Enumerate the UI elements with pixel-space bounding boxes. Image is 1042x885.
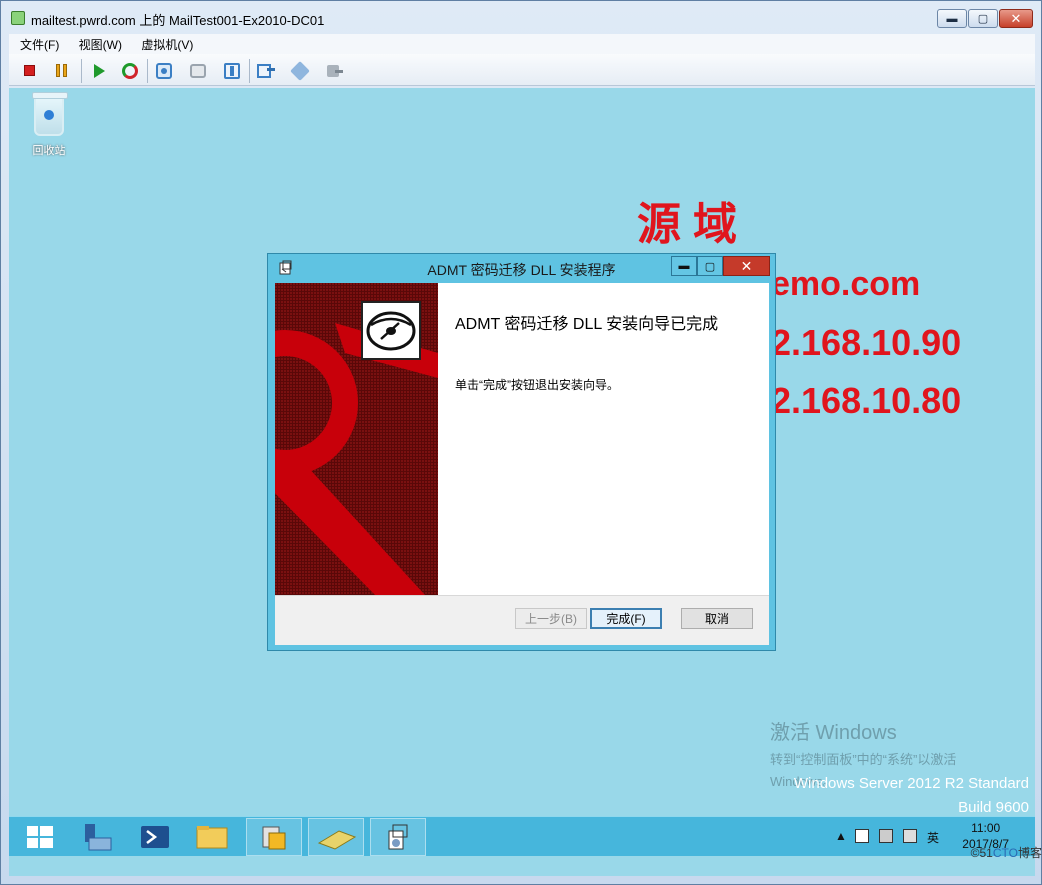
recycle-bin[interactable]: 回收站	[27, 92, 71, 158]
version-edition: Windows Server 2012 R2 Standard	[793, 775, 1029, 792]
start-icon[interactable]	[87, 60, 109, 82]
insert-disk-icon[interactable]	[255, 60, 277, 82]
cd-icon	[361, 301, 421, 360]
show-hidden-icons-icon[interactable]: ▲	[835, 829, 847, 843]
menu-file[interactable]: 文件(F)	[15, 34, 64, 55]
reset-icon[interactable]	[119, 60, 141, 82]
host-window: mailtest.pwrd.com 上的 MailTest001-Ex2010-…	[0, 0, 1042, 885]
maximize-icon: ▢	[977, 13, 989, 25]
overlay-domain: emo.com	[771, 265, 921, 303]
dialog-close-button[interactable]: ✕	[723, 256, 770, 276]
settings-icon[interactable]	[221, 60, 243, 82]
back-button[interactable]: 上一步(B)	[515, 608, 587, 629]
overlay-ip-2: 2.168.10.80	[771, 380, 962, 421]
wizard-heading: ADMT 密码迁移 DLL 安装向导已完成	[455, 316, 719, 333]
network-icon[interactable]	[879, 829, 893, 843]
dialog-minimize-button[interactable]: ▬	[671, 256, 697, 276]
installer-dialog: ADMT 密码迁移 DLL 安装程序 ▬ ▢ ✕ ADMT 密码迁移 DLL 安…	[267, 253, 776, 651]
activate-hint: 转到“控制面板”中的“系统”以激活	[770, 752, 957, 767]
windows-version: Windows Server 2012 R2 Standard Build 96…	[794, 772, 1029, 820]
snapshot-icon[interactable]	[153, 60, 175, 82]
dialog-body: ADMT 密码迁移 DLL 安装向导已完成 单击“完成”按钮退出安装向导。 上一…	[275, 283, 769, 645]
minimize-button[interactable]: ▬	[937, 9, 967, 28]
server-manager-icon[interactable]	[71, 818, 127, 856]
watermark-suffix: 博客	[1017, 846, 1042, 860]
overlay-ip-1: 2.168.10.90	[771, 322, 962, 363]
maximize-icon: ▢	[704, 260, 716, 273]
powershell-icon[interactable]	[127, 818, 183, 856]
title-bar[interactable]: mailtest.pwrd.com 上的 MailTest001-Ex2010-…	[1, 1, 1041, 33]
taskbar: ▲ 英 11:00 2017/8/7	[9, 816, 1035, 856]
close-icon: ✕	[740, 257, 753, 274]
pause-icon[interactable]	[51, 60, 73, 82]
minimize-icon: ▬	[946, 12, 958, 25]
activate-title: 激活 Windows	[770, 722, 897, 744]
minimize-icon: ▬	[678, 260, 690, 272]
menu-vm[interactable]: 虚拟机(V)	[136, 34, 198, 55]
action-center-icon[interactable]	[855, 829, 869, 843]
recycle-bin-icon	[32, 92, 68, 136]
taskbar-app-admt[interactable]	[246, 818, 302, 856]
menu-bar: 文件(F) 视图(W) 虚拟机(V)	[9, 34, 1035, 54]
watermark: ©51CTO博客	[971, 844, 1042, 861]
vm-screen[interactable]: 回收站 源域 emo.com 2.168.10.90 2.168.10.80 激…	[9, 88, 1035, 876]
taskbar-app-installer[interactable]	[370, 818, 426, 856]
recycle-bin-label: 回收站	[32, 145, 66, 157]
taskbar-app-tools[interactable]	[308, 818, 364, 856]
maximize-button[interactable]: ▢	[968, 9, 998, 28]
close-button[interactable]: ✕	[999, 9, 1033, 28]
volume-icon[interactable]	[903, 829, 917, 843]
wizard-message: 单击“完成”按钮退出安装向导。	[455, 378, 619, 392]
wizard-banner	[275, 283, 438, 595]
stop-icon[interactable]	[19, 60, 41, 82]
window-title: mailtest.pwrd.com 上的 MailTest001-Ex2010-…	[31, 13, 325, 28]
finish-button[interactable]: 完成(F)	[590, 608, 662, 629]
file-explorer-icon[interactable]	[185, 818, 241, 856]
clock-time: 11:00	[971, 821, 1001, 835]
vm-connection-icon	[11, 11, 25, 25]
start-button[interactable]	[13, 818, 69, 856]
overlay-title: 源域	[637, 200, 749, 249]
dialog-maximize-button[interactable]: ▢	[697, 256, 723, 276]
close-icon: ✕	[1010, 10, 1022, 26]
input-language[interactable]: 英	[927, 829, 939, 846]
dialog-footer: 上一步(B) 完成(F) 取消	[275, 595, 769, 645]
menu-view[interactable]: 视图(W)	[74, 34, 127, 55]
revert-icon[interactable]	[187, 60, 209, 82]
tools-icon[interactable]	[323, 60, 345, 82]
watermark-mid: CTO	[992, 846, 1018, 860]
cancel-button[interactable]: 取消	[681, 608, 753, 629]
share-icon[interactable]	[289, 60, 311, 82]
toolbar	[9, 54, 1035, 86]
watermark-prefix: ©51	[970, 846, 993, 860]
